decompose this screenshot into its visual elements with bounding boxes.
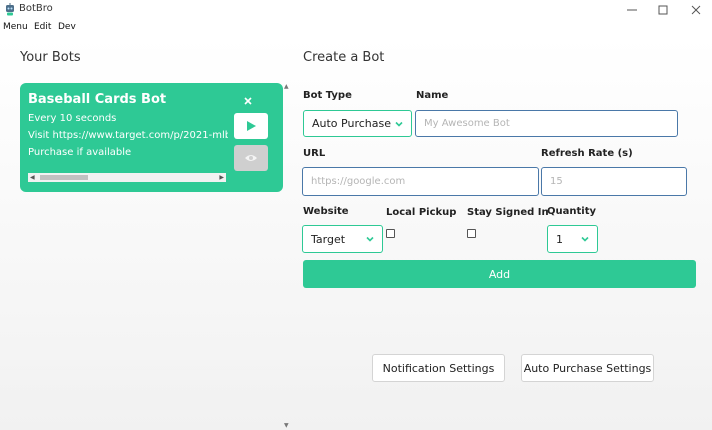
scroll-down-icon[interactable]: ▼ (284, 422, 289, 429)
bot-name: Baseball Cards Bot (28, 92, 167, 107)
refresh-rate-input[interactable] (541, 167, 687, 196)
website-label: Website (303, 206, 349, 217)
chevron-down-icon (581, 236, 589, 242)
bot-type-label: Bot Type (303, 90, 352, 101)
menu-item-edit[interactable]: Edit (34, 22, 51, 32)
scroll-up-icon[interactable]: ▲ (284, 83, 289, 90)
bot-type-value: Auto Purchase (312, 117, 391, 130)
title-bar: BotBro (0, 0, 712, 20)
minimize-icon (627, 9, 637, 11)
local-pickup-label: Local Pickup (386, 207, 457, 218)
create-bot-title: Create a Bot (303, 50, 385, 65)
play-icon (247, 121, 256, 131)
quantity-label: Quantity (547, 206, 596, 217)
stay-signed-in-checkbox[interactable] (467, 229, 476, 238)
notification-settings-button[interactable]: Notification Settings (372, 354, 505, 382)
name-label: Name (416, 90, 449, 101)
local-pickup-checkbox[interactable] (386, 229, 395, 238)
close-window-button[interactable] (681, 0, 711, 20)
your-bots-title: Your Bots (20, 50, 81, 65)
refresh-rate-label: Refresh Rate (s) (541, 148, 633, 159)
bot-interval: Every 10 seconds (28, 113, 117, 124)
bot-visit-url: Visit https://www.target.com/p/2021-mlb- (28, 130, 228, 141)
quantity-value: 1 (556, 232, 563, 246)
website-select[interactable]: Target (302, 225, 383, 253)
minimize-button[interactable] (617, 0, 647, 20)
add-bot-button[interactable]: Add (303, 260, 696, 288)
scroll-left-icon[interactable]: ◀ (30, 174, 35, 181)
run-bot-button[interactable] (234, 113, 268, 139)
stay-signed-in-label: Stay Signed In (467, 207, 549, 218)
menu-bar: Menu Edit Dev (0, 20, 712, 36)
url-input[interactable] (302, 167, 539, 196)
bot-type-select[interactable]: Auto Purchase (303, 110, 412, 137)
url-label: URL (303, 148, 326, 159)
eye-icon (245, 155, 257, 161)
close-icon (691, 5, 701, 15)
auto-purchase-settings-button[interactable]: Auto Purchase Settings (521, 354, 654, 382)
maximize-button[interactable] (648, 0, 678, 20)
scrollbar-thumb[interactable] (40, 175, 88, 180)
maximize-icon (658, 5, 668, 15)
menu-item-menu[interactable]: Menu (3, 22, 28, 32)
window-title: BotBro (19, 3, 53, 14)
delete-bot-button[interactable] (244, 95, 252, 108)
close-icon (244, 97, 252, 105)
bot-action: Purchase if available (28, 147, 132, 158)
chevron-down-icon (366, 236, 374, 242)
website-value: Target (311, 232, 346, 246)
bot-text-scrollbar[interactable]: ◀ ▶ (28, 173, 226, 182)
chevron-down-icon (395, 121, 403, 127)
quantity-select[interactable]: 1 (547, 225, 598, 253)
bot-card: Baseball Cards Bot Every 10 seconds Visi… (20, 83, 283, 192)
main-content: Your Bots Baseball Cards Bot Every 10 se… (0, 36, 712, 430)
menu-item-dev[interactable]: Dev (58, 22, 76, 32)
name-input[interactable] (415, 110, 678, 137)
bots-list-scrollbar[interactable]: ▲ ▼ (284, 83, 292, 429)
robot-icon (6, 3, 14, 16)
scroll-right-icon[interactable]: ▶ (219, 174, 224, 181)
view-bot-button[interactable] (234, 145, 268, 171)
